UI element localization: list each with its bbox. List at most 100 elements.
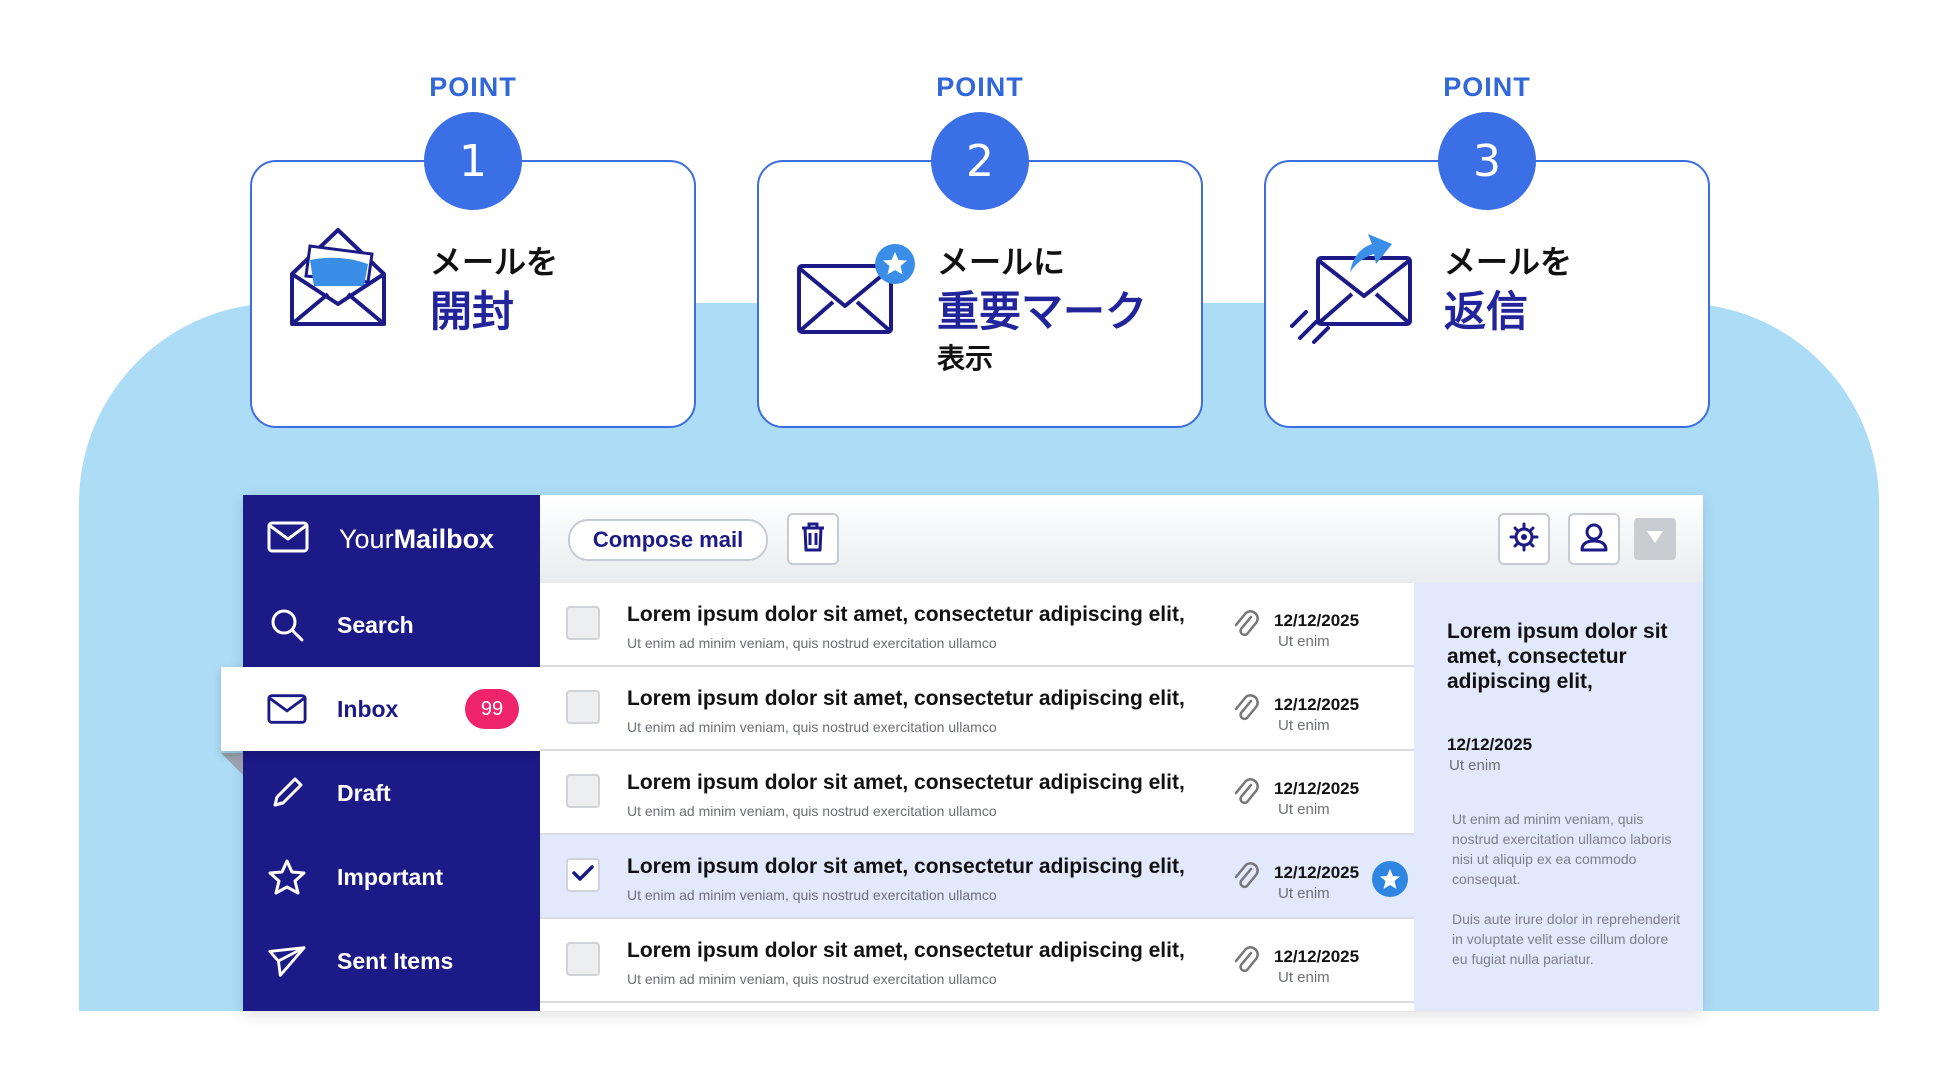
point-kicker: POINT xyxy=(1443,72,1531,102)
sidebar-item-label: Search xyxy=(337,611,414,638)
point-card-1: POINT 1 メールを 開封 xyxy=(250,72,696,428)
point-line-1: メールを xyxy=(430,244,559,280)
sidebar-item-inbox[interactable]: Inbox 99 xyxy=(221,667,540,751)
email-subject: Lorem ipsum dolor sit amet, consectetur … xyxy=(627,603,1185,626)
point-text: メールに 重要マーク 表示 xyxy=(937,240,1147,378)
email-preview: Ut enim ad minim veniam, quis nostrud ex… xyxy=(627,635,997,651)
email-date: 12/12/2025 xyxy=(1274,611,1360,630)
paperclip-icon xyxy=(1233,861,1259,896)
point-number: 1 xyxy=(424,112,522,210)
point-card-2: POINT 2 メールに 重要マーク 表示 xyxy=(757,72,1203,428)
search-icon xyxy=(267,608,307,642)
account-button[interactable] xyxy=(1568,513,1620,565)
point-number: 2 xyxy=(931,112,1029,210)
email-preview: Ut enim ad minim veniam, quis nostrud ex… xyxy=(627,887,997,903)
email-preview: Ut enim ad minim veniam, quis nostrud ex… xyxy=(627,803,997,819)
point-text: メールを 開封 xyxy=(430,240,558,340)
pencil-icon xyxy=(267,775,307,811)
email-date: 12/12/2025 xyxy=(1274,695,1360,714)
email-date-sub: Ut enim xyxy=(1278,801,1330,818)
email-subject: Lorem ipsum dolor sit amet, consectetur … xyxy=(627,771,1185,794)
email-date-sub: Ut enim xyxy=(1278,633,1330,650)
email-date: 12/12/2025 xyxy=(1274,863,1360,882)
sidebar: YourMailbox Search Inbox 99 Draft Import… xyxy=(221,495,540,1011)
point-kicker: POINT xyxy=(429,72,517,102)
email-preview: Ut enim ad minim veniam, quis nostrud ex… xyxy=(627,971,997,987)
email-row[interactable]: Lorem ipsum dolor sit amet, consectetur … xyxy=(540,583,1414,667)
point-headline: 重要マーク xyxy=(937,288,1148,335)
starred-envelope-icon xyxy=(795,244,925,353)
trash-icon xyxy=(800,522,826,557)
email-subject: Lorem ipsum dolor sit amet, consectetur … xyxy=(627,855,1185,878)
brand-prefix: Your xyxy=(339,523,394,554)
sidebar-item-label: Important xyxy=(337,863,444,890)
envelope-icon xyxy=(267,693,307,725)
important-star-icon[interactable] xyxy=(1372,861,1408,897)
email-preview: Ut enim ad minim veniam, quis nostrud ex… xyxy=(627,719,997,735)
point-line-1: メールに xyxy=(937,244,1066,280)
preview-body-paragraph: Ut enim ad minim veniam, quis nostrud ex… xyxy=(1452,811,1672,887)
sidebar-item-label: Sent Items xyxy=(337,947,454,974)
star-icon xyxy=(267,858,307,896)
paperclip-icon xyxy=(1233,609,1259,644)
sidebar-item-label: Inbox xyxy=(337,695,399,722)
point-line-1: メールを xyxy=(1444,244,1573,280)
email-row[interactable]: Lorem ipsum dolor sit amet, consectetur … xyxy=(540,751,1414,835)
preview-date-sub: Ut enim xyxy=(1449,757,1501,774)
menu-dropdown-button[interactable] xyxy=(1634,518,1676,560)
point-text: メールを 返信 xyxy=(1444,240,1572,340)
brand-name: YourMailbox xyxy=(339,524,494,555)
email-date: 12/12/2025 xyxy=(1274,947,1360,966)
email-row[interactable]: Lorem ipsum dolor sit amet, consectetur … xyxy=(540,919,1414,1003)
sidebar-item-draft[interactable]: Draft xyxy=(243,751,540,835)
open-envelope-icon xyxy=(288,224,388,333)
chevron-down-icon xyxy=(1646,530,1664,549)
reply-envelope-icon xyxy=(1288,222,1418,351)
user-icon xyxy=(1579,522,1609,557)
point-headline: 開封 xyxy=(430,288,515,335)
row-checkbox[interactable] xyxy=(566,690,600,724)
sidebar-item-sent-items[interactable]: Sent Items xyxy=(243,919,540,1003)
row-checkbox-checked[interactable] xyxy=(566,858,600,892)
sidebar-item-important[interactable]: Important xyxy=(243,835,540,919)
paperclip-icon xyxy=(1233,777,1259,812)
email-date-sub: Ut enim xyxy=(1278,885,1330,902)
sidebar-item-search[interactable]: Search xyxy=(243,583,540,667)
unread-count-badge: 99 xyxy=(465,689,519,729)
paper-plane-icon xyxy=(267,943,307,979)
settings-button[interactable] xyxy=(1498,513,1550,565)
preview-date: 12/12/2025 xyxy=(1447,735,1533,754)
envelope-icon xyxy=(267,521,309,558)
preview-pane: Lorem ipsum dolor sit amet, consectetur … xyxy=(1414,583,1703,1011)
email-list: Lorem ipsum dolor sit amet, consectetur … xyxy=(540,583,1414,1011)
row-checkbox[interactable] xyxy=(566,942,600,976)
point-number: 3 xyxy=(1438,112,1536,210)
point-card-3: POINT 3 メールを 返信 xyxy=(1264,72,1710,428)
brand: YourMailbox xyxy=(243,495,540,583)
row-checkbox[interactable] xyxy=(566,774,600,808)
email-date: 12/12/2025 xyxy=(1274,779,1360,798)
toolbar: Compose mail xyxy=(540,495,1703,583)
mail-app-window: YourMailbox Search Inbox 99 Draft Import… xyxy=(221,495,1703,1011)
point-headline: 返信 xyxy=(1444,288,1529,335)
brand-suffix: Mailbox xyxy=(393,523,495,554)
email-date-sub: Ut enim xyxy=(1278,717,1330,734)
tab-fold xyxy=(221,753,243,775)
row-checkbox[interactable] xyxy=(566,606,600,640)
delete-button[interactable] xyxy=(787,513,839,565)
preview-body-paragraph: Duis aute irure dolor in reprehenderit i… xyxy=(1452,911,1681,967)
preview-title: Lorem ipsum dolor sit amet, consectetur … xyxy=(1447,620,1668,693)
email-row-selected[interactable]: Lorem ipsum dolor sit amet, consectetur … xyxy=(540,835,1414,919)
paperclip-icon xyxy=(1233,945,1259,980)
email-row[interactable]: Lorem ipsum dolor sit amet, consectetur … xyxy=(540,667,1414,751)
paperclip-icon xyxy=(1233,693,1259,728)
email-date-sub: Ut enim xyxy=(1278,969,1330,986)
email-subject: Lorem ipsum dolor sit amet, consectetur … xyxy=(627,939,1185,962)
checkmark-icon xyxy=(572,864,594,887)
point-line-3: 表示 xyxy=(937,343,994,374)
gear-icon xyxy=(1509,522,1539,557)
email-subject: Lorem ipsum dolor sit amet, consectetur … xyxy=(627,687,1185,710)
compose-mail-button[interactable]: Compose mail xyxy=(568,519,768,561)
point-kicker: POINT xyxy=(936,72,1024,102)
sidebar-item-label: Draft xyxy=(337,779,391,806)
